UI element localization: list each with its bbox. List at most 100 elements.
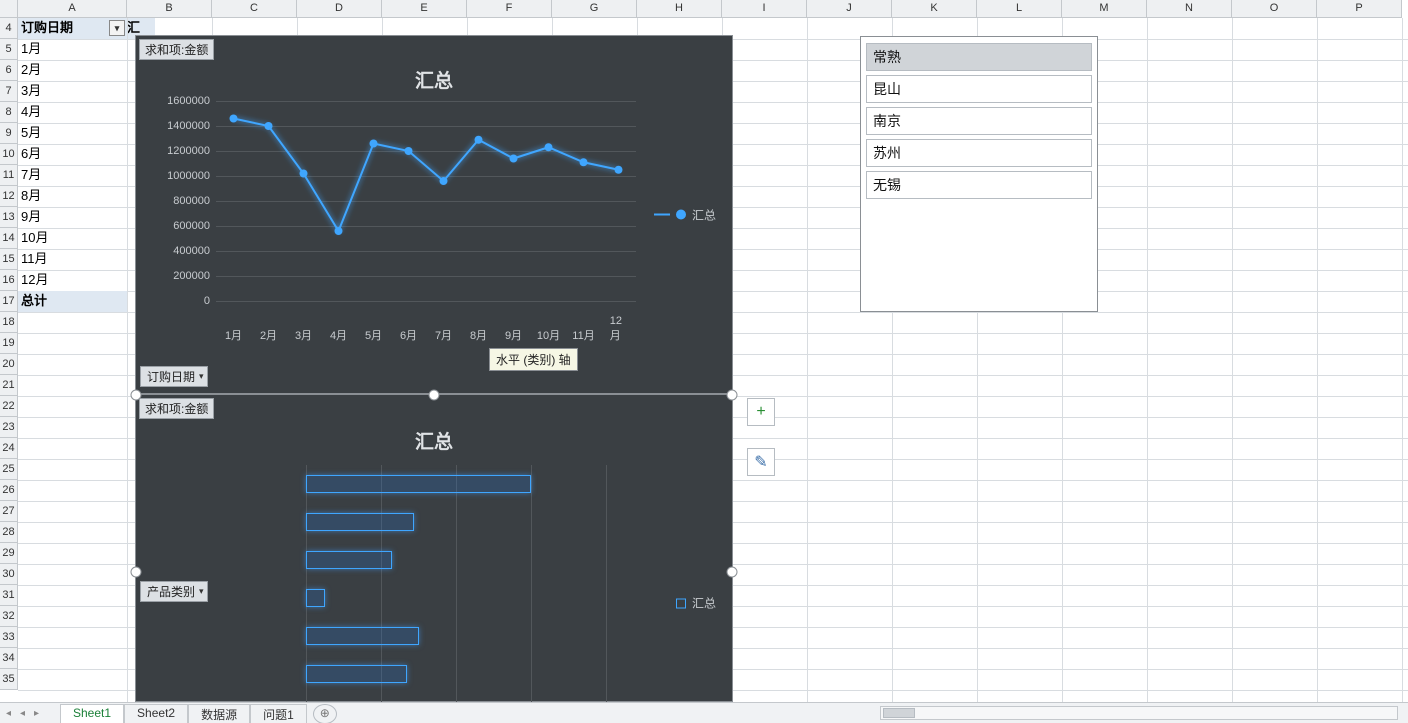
pivot-row-item[interactable]: 12月 [18, 270, 127, 291]
sheet-tab[interactable]: 问题1 [250, 704, 307, 723]
column-header[interactable]: H [637, 0, 722, 18]
row-header[interactable]: 34 [0, 648, 18, 669]
chart-value-field-tag[interactable]: 求和项:金额 [139, 39, 214, 60]
row-header[interactable]: 29 [0, 543, 18, 564]
pivot-row-item[interactable]: 9月 [18, 207, 127, 228]
column-header[interactable]: G [552, 0, 637, 18]
chart-elements-button[interactable]: + [747, 398, 775, 426]
slicer-item[interactable]: 苏州 [866, 139, 1092, 167]
column-header[interactable]: M [1062, 0, 1147, 18]
pivot-row-item[interactable]: 4月 [18, 102, 127, 123]
row-header[interactable]: 24 [0, 438, 18, 459]
nav-first-icon[interactable]: ◂ [6, 708, 16, 722]
column-header[interactable]: C [212, 0, 297, 18]
row-header[interactable]: 14 [0, 228, 18, 249]
selection-handle[interactable] [131, 390, 142, 401]
row-header[interactable]: 10 [0, 144, 18, 165]
row-header[interactable]: 27 [0, 501, 18, 522]
row-header[interactable]: 30 [0, 564, 18, 585]
column-header[interactable]: E [382, 0, 467, 18]
slicer-item[interactable]: 无锡 [866, 171, 1092, 199]
horizontal-scrollbar[interactable] [880, 706, 1398, 720]
nav-next-icon[interactable]: ▸ [34, 708, 44, 722]
chart-plot-area[interactable]: 0200000400000600000800000100000012000001… [216, 101, 636, 321]
column-header[interactable]: I [722, 0, 807, 18]
selection-handle[interactable] [727, 567, 738, 578]
column-header[interactable]: J [807, 0, 892, 18]
row-header[interactable]: 25 [0, 459, 18, 480]
sheet-tab[interactable]: Sheet2 [124, 704, 188, 723]
legend-square-icon [676, 598, 686, 608]
add-sheet-button[interactable]: ⊕ [313, 704, 337, 723]
slicer-item[interactable]: 常熟 [866, 43, 1092, 71]
pivot-chart-line[interactable]: 求和项:金额 汇总 020000040000060000080000010000… [135, 35, 733, 394]
pivot-row-item[interactable]: 10月 [18, 228, 127, 249]
pivot-grand-total[interactable]: 总计 [18, 291, 127, 312]
pivot-row-item[interactable]: 2月 [18, 60, 127, 81]
row-header[interactable]: 21 [0, 375, 18, 396]
row-header[interactable]: 22 [0, 396, 18, 417]
pivot-row-item[interactable]: 11月 [18, 249, 127, 270]
pivot-row-item[interactable]: 5月 [18, 123, 127, 144]
tab-nav-buttons[interactable]: ◂ ◂ ▸ [6, 708, 44, 722]
column-header[interactable]: L [977, 0, 1062, 18]
row-header[interactable]: 5 [0, 39, 18, 60]
chart-value-field-tag[interactable]: 求和项:金额 [139, 398, 214, 419]
row-header[interactable]: 9 [0, 123, 18, 144]
row-header[interactable]: 28 [0, 522, 18, 543]
row-header[interactable]: 33 [0, 627, 18, 648]
row-header[interactable]: 11 [0, 165, 18, 186]
pivot-row-item[interactable]: 8月 [18, 186, 127, 207]
sheet-tab[interactable]: Sheet1 [60, 704, 124, 723]
pivot-chart-bar[interactable]: 求和项:金额 汇总 睡袋暖靴警告标服装宠物用品彩盒 汇总 产品类别 [135, 394, 733, 702]
chart-axis-field-tag[interactable]: 订购日期 [140, 366, 208, 387]
selection-handle[interactable] [727, 390, 738, 401]
row-header[interactable]: 4 [0, 18, 18, 39]
pivot-row-item[interactable]: 3月 [18, 81, 127, 102]
row-header[interactable]: 19 [0, 333, 18, 354]
nav-prev-icon[interactable]: ◂ [20, 708, 30, 722]
pivot-row-item[interactable]: 1月 [18, 39, 127, 60]
scrollbar-thumb[interactable] [883, 708, 915, 718]
row-header[interactable]: 13 [0, 207, 18, 228]
chart-styles-button[interactable]: ✎ [747, 448, 775, 476]
pivot-row-field-label: 订购日期 [21, 20, 73, 35]
row-header[interactable]: 6 [0, 60, 18, 81]
dropdown-icon[interactable] [109, 20, 125, 36]
select-all-corner[interactable] [0, 0, 18, 18]
slicer-item[interactable]: 南京 [866, 107, 1092, 135]
row-header[interactable]: 15 [0, 249, 18, 270]
column-header[interactable]: B [127, 0, 212, 18]
row-header[interactable]: 18 [0, 312, 18, 333]
row-header[interactable]: 12 [0, 186, 18, 207]
row-header[interactable]: 26 [0, 480, 18, 501]
row-header[interactable]: 20 [0, 354, 18, 375]
row-header[interactable]: 8 [0, 102, 18, 123]
pivot-row-field-header[interactable]: 订购日期 [18, 18, 127, 39]
column-header[interactable]: F [467, 0, 552, 18]
row-header[interactable]: 17 [0, 291, 18, 312]
column-header[interactable]: K [892, 0, 977, 18]
selection-handle[interactable] [131, 567, 142, 578]
row-header[interactable]: 35 [0, 669, 18, 690]
chart-plot-area[interactable]: 睡袋暖靴警告标服装宠物用品彩盒 [306, 475, 626, 715]
chart-legend[interactable]: 汇总 [654, 206, 716, 223]
sheet-tab[interactable]: 数据源 [188, 704, 250, 723]
column-header[interactable]: D [297, 0, 382, 18]
column-header[interactable]: P [1317, 0, 1402, 18]
chart-axis-field-tag[interactable]: 产品类别 [140, 581, 208, 602]
column-header[interactable]: A [18, 0, 127, 18]
row-header[interactable]: 32 [0, 606, 18, 627]
row-header[interactable]: 23 [0, 417, 18, 438]
row-header[interactable]: 31 [0, 585, 18, 606]
slicer-region[interactable]: 常熟昆山南京苏州无锡 [860, 36, 1098, 312]
pivot-row-item[interactable]: 7月 [18, 165, 127, 186]
row-header[interactable]: 7 [0, 81, 18, 102]
column-header[interactable]: N [1147, 0, 1232, 18]
chart-legend[interactable]: 汇总 [676, 595, 716, 612]
row-header[interactable]: 16 [0, 270, 18, 291]
slicer-item[interactable]: 昆山 [866, 75, 1092, 103]
column-header[interactable]: O [1232, 0, 1317, 18]
pivot-row-item[interactable]: 6月 [18, 144, 127, 165]
selection-handle[interactable] [429, 390, 440, 401]
